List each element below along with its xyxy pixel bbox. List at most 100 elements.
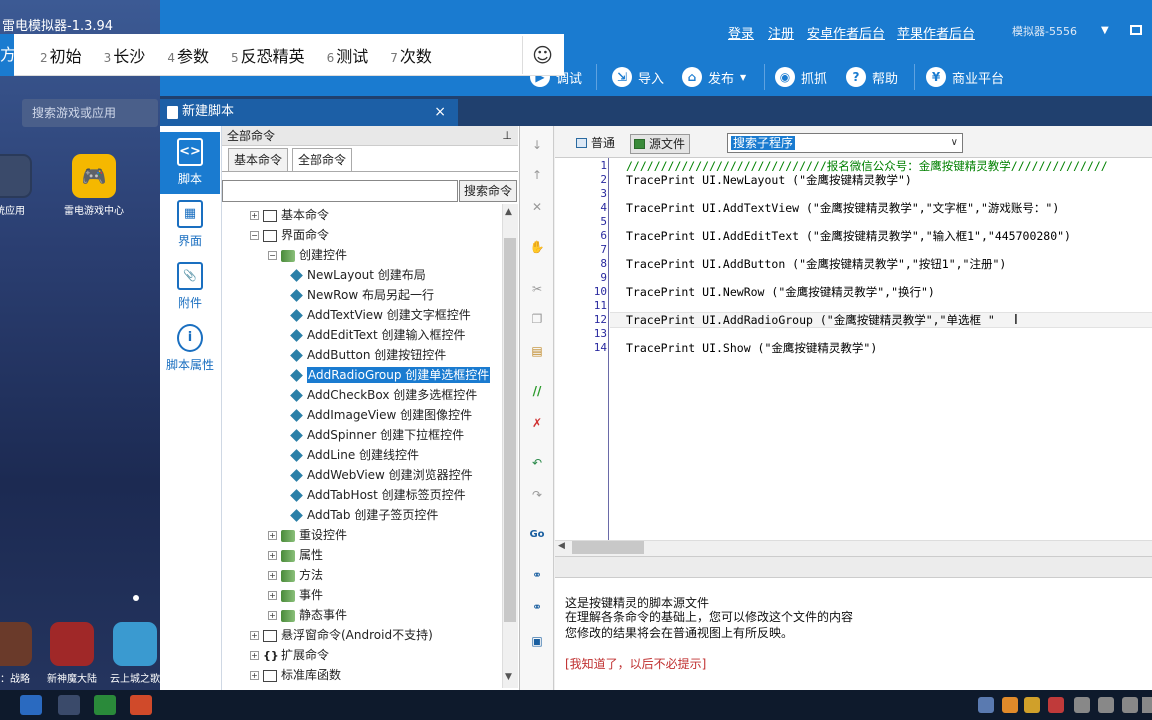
scroll-down-icon[interactable]: ▼ [505,672,512,682]
overlay-tab-5[interactable]: 5 反恐精英 [231,43,305,67]
app-system[interactable]: 统应用 [0,154,42,217]
command-tree-folder[interactable]: + {} 扩展命令 [250,645,329,665]
tray-icon[interactable] [1002,697,1018,713]
expand-icon[interactable]: + [250,671,259,680]
command-tree-item[interactable]: AddLine 创建线控件 [290,445,419,465]
command-tree-folder[interactable]: + 悬浮窗命令(Android不支持) [250,625,433,645]
command-tree-item[interactable]: AddButton 创建按钮控件 [290,345,446,365]
android-author-link[interactable]: 安卓作者后台 [807,23,885,42]
help-button[interactable]: ? 帮助 [846,66,898,88]
expand-icon[interactable]: + [268,551,277,560]
command-search-input[interactable] [222,180,458,202]
uncomment-icon[interactable]: ✗ [528,414,546,432]
login-link[interactable]: 登录 [728,23,754,42]
window-restore-icon[interactable] [1130,25,1142,35]
chevron-down-icon[interactable]: ▼ [1101,25,1109,36]
command-tree-item[interactable]: AddRadioGroup 创建单选框控件 [290,365,491,385]
close-icon[interactable]: × [434,99,446,125]
command-tree-item[interactable]: AddTabHost 创建标签页控件 [290,485,466,505]
sidebar-item-script[interactable]: <> 脚本 [160,132,220,194]
network-icon[interactable] [1098,697,1114,713]
publish-button[interactable]: ⌂ 发布 ▼ [682,66,746,88]
code-line[interactable]: TracePrint UI.AddEditText ("金鹰按键精灵教学","输… [626,229,1071,243]
command-tree-item[interactable]: AddCheckBox 创建多选框控件 [290,385,477,405]
command-tree-item[interactable]: AddWebView 创建浏览器控件 [290,465,473,485]
command-tree-folder[interactable]: − 界面命令 [250,225,329,245]
tray-icon[interactable] [1024,697,1040,713]
horizontal-scrollbar-thumb[interactable] [572,541,644,554]
command-tree-item[interactable]: AddTextView 创建文字框控件 [290,305,471,325]
apple-author-link[interactable]: 苹果作者后台 [897,23,975,42]
scroll-up-icon[interactable]: ▲ [505,207,512,217]
overlay-tab-4[interactable]: 4 参数 [167,43,209,67]
comment-icon[interactable]: // [528,382,546,400]
expand-icon[interactable]: + [268,571,277,580]
redo-icon[interactable]: ↷ [528,486,546,504]
code-line[interactable]: TracePrint UI.AddButton ("金鹰按键精灵教学","按钮1… [626,257,1006,271]
expand-icon[interactable]: + [250,651,259,660]
dismiss-tip-link[interactable]: [我知道了，以后不必提示] [565,655,706,672]
tree-scrollbar-thumb[interactable] [504,238,516,622]
app-game-2[interactable]: 新神魔大陆 [40,622,104,685]
expand-icon[interactable]: + [268,591,277,600]
app-game-center[interactable]: 🎮 雷电游戏中心 [62,154,126,217]
overlay-tab-1[interactable]: 方 [0,33,14,76]
taskbar-app-icon[interactable] [58,695,80,715]
overlay-tab-6[interactable]: 6 测试 [327,43,369,67]
collapse-icon[interactable]: − [250,231,259,240]
editor-horizontal-scrollbar[interactable] [555,540,1152,555]
code-line[interactable]: TracePrint UI.Show ("金鹰按键精灵教学") [626,341,877,355]
view-normal-button[interactable]: 普通 [573,134,619,154]
command-tree-item[interactable]: AddTab 创建子签页控件 [290,505,438,525]
command-tree-item[interactable]: NewRow 布局另起一行 [290,285,434,305]
code-line[interactable]: TracePrint UI.NewLayout ("金鹰按键精灵教学") [626,173,912,187]
ime-icon[interactable] [1142,697,1152,713]
register-link[interactable]: 注册 [768,23,794,42]
tray-icon[interactable] [978,697,994,713]
code-line[interactable]: TracePrint UI.AddTextView ("金鹰按键精灵教学","文… [626,201,1059,215]
goto-icon[interactable]: Go [528,526,546,544]
panel-splitter[interactable] [555,556,1152,578]
shield-icon[interactable] [1048,697,1064,713]
emoji-button[interactable]: ☺ [522,36,562,74]
emulator-search-input[interactable]: 搜索游戏或应用 [22,99,158,127]
cut-icon[interactable]: ✂ [528,280,546,298]
command-tree-folder[interactable]: + 基本命令 [250,205,329,225]
capture-button[interactable]: ◉ 抓抓 [775,66,827,88]
current-code-line[interactable]: TracePrint UI.AddRadioGroup ("金鹰按键精灵教学",… [626,313,995,327]
taskbar-app-icon[interactable] [20,695,42,715]
expand-icon[interactable]: + [250,631,259,640]
taskbar-app-icon[interactable] [94,695,116,715]
command-tree-folder[interactable]: + 静态事件 [268,605,347,625]
business-platform-button[interactable]: ¥ 商业平台 [926,66,1004,88]
command-tree-folder[interactable]: + 属性 [268,545,323,565]
replace-icon[interactable]: ⚭ [528,598,546,616]
command-tree-folder[interactable]: + 方法 [268,565,323,585]
paste-icon[interactable]: ▤ [528,342,546,360]
arrow-up-icon[interactable]: ↑ [528,166,546,184]
command-tree-item[interactable]: AddSpinner 创建下拉框控件 [290,425,464,445]
subroutine-select[interactable]: 搜索子程序 ∨ [727,133,963,153]
tray-icon[interactable] [1074,697,1090,713]
delete-icon[interactable]: ✕ [528,198,546,216]
expand-icon[interactable]: + [268,531,277,540]
hand-icon[interactable]: ✋ [528,238,546,256]
copy-icon[interactable]: ❐ [528,310,546,328]
document-tab[interactable]: 新建脚本 × [160,99,458,126]
search-command-button[interactable]: 搜索命令 [459,180,517,202]
import-button[interactable]: ⇲ 导入 [612,66,664,88]
sidebar-item-script-properties[interactable]: i 脚本属性 [160,318,220,380]
tab-basic-commands[interactable]: 基本命令 [228,148,289,172]
tab-all-commands[interactable]: 全部命令 [292,148,353,172]
code-line[interactable]: /////////////////////////////报名微信公众号：金鹰按… [626,159,1108,173]
command-tree-item[interactable]: NewLayout 创建布局 [290,265,426,285]
command-tree-folder[interactable]: + 重设控件 [268,525,347,545]
view-source-button[interactable]: 源文件 [630,134,691,154]
command-tree-item[interactable]: AddEditText 创建输入框控件 [290,325,466,345]
taskbar-app-icon[interactable] [130,695,152,715]
overlay-tab-2[interactable]: 2 初始 [40,43,82,67]
sidebar-item-attachment[interactable]: 📎 附件 [160,256,220,318]
arrow-down-icon[interactable]: ↓ [528,136,546,154]
sidebar-item-ui[interactable]: ▦ 界面 [160,194,220,256]
window-icon[interactable]: ▣ [528,632,546,650]
